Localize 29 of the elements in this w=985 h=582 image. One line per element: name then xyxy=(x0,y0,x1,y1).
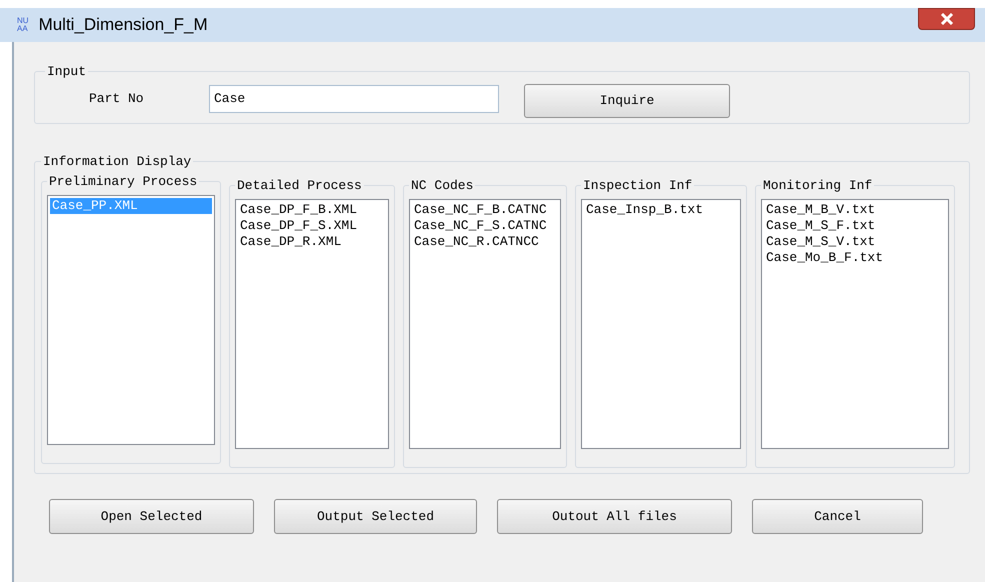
list-title: Detailed Process xyxy=(236,176,363,194)
list-title: Monitoring Inf xyxy=(762,176,874,194)
file-list-item[interactable]: Case_Mo_B_F.txt xyxy=(764,250,946,266)
file-list-item[interactable]: Case_DP_F_S.XML xyxy=(238,218,386,234)
group-title: Input xyxy=(46,63,88,81)
list-title: Preliminary Process xyxy=(48,172,198,190)
action-button[interactable]: Cancel xyxy=(752,499,923,534)
file-list-item[interactable]: Case_NC_F_S.CATNC xyxy=(412,218,558,234)
inquire-button[interactable]: Inquire xyxy=(524,84,730,118)
part-no-field[interactable]: Case xyxy=(209,84,499,112)
action-button[interactable]: Output Selected xyxy=(274,499,477,534)
file-list-item[interactable]: Case_NC_F_B.CATNC xyxy=(412,202,558,218)
file-list-item[interactable]: Case_M_B_V.txt xyxy=(764,202,946,218)
list-title: NC Codes xyxy=(410,176,474,194)
file-list-item[interactable]: Case_DP_F_B.XML xyxy=(238,202,386,218)
file-list-item[interactable]: Case_Insp_B.txt xyxy=(584,202,738,218)
group-title: Information Display xyxy=(42,153,192,171)
list-title: Inspection Inf xyxy=(582,176,694,194)
file-list-item[interactable]: Case_M_S_F.txt xyxy=(764,218,946,234)
file-list-item[interactable]: Case_DP_R.XML xyxy=(238,234,386,250)
app-logo: NU AA xyxy=(17,17,29,33)
action-button[interactable]: Outout All files xyxy=(497,499,732,534)
close-icon xyxy=(938,13,954,25)
field-label: Part No xyxy=(89,90,145,108)
file-list-item[interactable]: Case_NC_R.CATNCC xyxy=(412,234,558,250)
close-button[interactable] xyxy=(918,8,975,30)
window-title: Multi_Dimension_F_M xyxy=(38,14,208,36)
action-button[interactable]: Open Selected xyxy=(49,499,254,534)
file-list-item[interactable]: Case_M_S_V.txt xyxy=(764,234,946,250)
